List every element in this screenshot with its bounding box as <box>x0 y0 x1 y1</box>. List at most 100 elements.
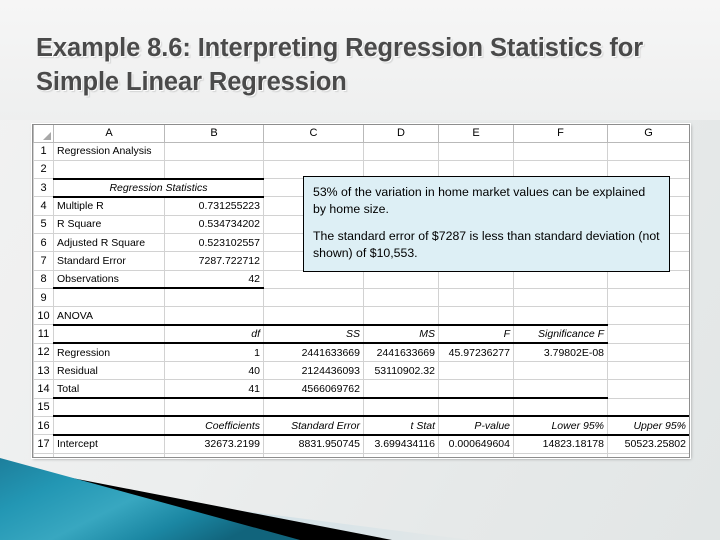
cell-a3-regression-statistics-header[interactable]: Regression Statistics <box>53 177 264 198</box>
cell-g14[interactable] <box>607 379 689 399</box>
row-header-12[interactable]: 12 <box>33 342 54 363</box>
row-header-9[interactable]: 9 <box>33 287 54 308</box>
cell-b1[interactable] <box>164 141 264 161</box>
column-header-b[interactable]: B <box>164 125 264 143</box>
cell-g13[interactable] <box>607 361 689 381</box>
cell-c12[interactable]: 2441633669 <box>263 342 364 363</box>
cell-d14[interactable] <box>363 379 439 400</box>
spreadsheet-canvas[interactable]: A B C D E F G 1 Regression Analysis 2 3 … <box>33 125 689 457</box>
column-header-d[interactable]: D <box>363 125 439 143</box>
cell-e14[interactable] <box>438 379 514 400</box>
cell-f11-significance-f-header[interactable]: Significance F <box>513 323 608 345</box>
cell-g16-upper-95-header[interactable]: Upper 95% <box>607 415 689 436</box>
row-header-10[interactable]: 10 <box>33 306 54 326</box>
cell-d11-ms-header[interactable]: MS <box>363 323 439 345</box>
row-header-5[interactable]: 5 <box>33 214 54 234</box>
cell-f8[interactable] <box>513 269 608 289</box>
cell-c14[interactable]: 4566069762 <box>263 379 364 400</box>
cell-d18[interactable]: 6.780292234 <box>363 452 439 457</box>
cell-e1[interactable] <box>438 141 514 161</box>
row-header-16[interactable]: 16 <box>33 415 54 436</box>
cell-g8[interactable] <box>607 269 689 289</box>
cell-a1[interactable]: Regression Analysis <box>53 141 165 161</box>
column-header-e[interactable]: E <box>438 125 514 143</box>
cell-e11-f-header[interactable]: F <box>438 323 514 345</box>
cell-a5[interactable]: R Square <box>53 214 165 234</box>
cell-b7[interactable]: 7287.722712 <box>164 251 264 271</box>
cell-b4[interactable]: 0.731255223 <box>164 196 264 216</box>
cell-b17[interactable]: 32673.2199 <box>164 434 264 454</box>
row-header-1[interactable]: 1 <box>33 141 54 161</box>
row-header-13[interactable]: 13 <box>33 361 54 381</box>
cell-b9[interactable] <box>164 287 264 308</box>
cell-f13[interactable] <box>513 361 608 381</box>
cell-b6[interactable]: 0.523102557 <box>164 232 264 253</box>
cell-b18[interactable]: 35.03637258 <box>164 452 264 457</box>
spreadsheet-grid[interactable]: A B C D E F G 1 Regression Analysis 2 3 … <box>33 125 689 457</box>
row-header-17[interactable]: 17 <box>33 434 54 454</box>
cell-e10[interactable] <box>438 306 514 326</box>
cell-c18[interactable]: 5.16738385 <box>263 452 364 457</box>
cell-a6[interactable]: Adjusted R Square <box>53 232 165 253</box>
cell-f18[interactable]: 24.59270036 <box>513 452 608 457</box>
column-header-f[interactable]: F <box>513 125 608 143</box>
cell-g17[interactable]: 50523.25802 <box>607 434 689 454</box>
cell-a16[interactable] <box>53 415 165 436</box>
cell-b8[interactable]: 42 <box>164 269 264 290</box>
cell-b16-coefficients-header[interactable]: Coefficients <box>164 415 264 436</box>
cell-c16-standard-error-header[interactable]: Standard Error <box>263 415 364 436</box>
cell-c15[interactable] <box>263 397 364 417</box>
cell-g10[interactable] <box>607 306 689 326</box>
row-header-7[interactable]: 7 <box>33 251 54 271</box>
cell-a12[interactable]: Regression <box>53 342 165 363</box>
cell-b12[interactable]: 1 <box>164 342 264 363</box>
cell-g15[interactable] <box>607 397 689 417</box>
cell-f17[interactable]: 14823.18178 <box>513 434 608 454</box>
cell-a2[interactable] <box>53 159 165 180</box>
cell-a9[interactable] <box>53 287 165 308</box>
cell-d15[interactable] <box>363 397 439 417</box>
row-header-3[interactable]: 3 <box>33 178 54 198</box>
cell-c9[interactable] <box>263 287 364 308</box>
cell-b10[interactable] <box>164 306 264 326</box>
cell-g18[interactable]: 45.48004481 <box>607 452 689 457</box>
cell-d13[interactable]: 53110902.32 <box>363 361 439 381</box>
cell-e8[interactable] <box>438 269 514 289</box>
cell-d9[interactable] <box>363 287 439 308</box>
cell-d16-t-stat-header[interactable]: t Stat <box>363 415 439 436</box>
cell-b2[interactable] <box>164 159 264 180</box>
row-header-2[interactable]: 2 <box>33 159 54 180</box>
row-header-18[interactable]: 18 <box>33 452 54 457</box>
cell-g9[interactable] <box>607 287 689 308</box>
cell-g11[interactable] <box>607 324 689 344</box>
column-header-c[interactable]: C <box>263 125 364 143</box>
cell-a11[interactable] <box>53 323 165 345</box>
cell-e17[interactable]: 0.000649604 <box>438 434 514 454</box>
cell-a17[interactable]: Intercept <box>53 434 165 454</box>
column-header-a[interactable]: A <box>53 125 165 143</box>
cell-f15[interactable] <box>513 397 608 417</box>
cell-a15[interactable] <box>53 397 165 417</box>
cell-e16-p-value-header[interactable]: P-value <box>438 415 514 436</box>
cell-a8[interactable]: Observations <box>53 269 165 290</box>
cell-e18[interactable]: 3.79802E-08 <box>438 452 514 457</box>
cell-d1[interactable] <box>363 141 439 161</box>
cell-b11-df-header[interactable]: df <box>164 323 264 345</box>
cell-e9[interactable] <box>438 287 514 308</box>
cell-e12[interactable]: 45.97236277 <box>438 342 514 363</box>
cell-a14[interactable]: Total <box>53 379 165 400</box>
cell-c17[interactable]: 8831.950745 <box>263 434 364 454</box>
column-header-g[interactable]: G <box>607 125 689 143</box>
select-all-corner[interactable] <box>33 125 54 143</box>
row-header-15[interactable]: 15 <box>33 397 54 417</box>
row-header-6[interactable]: 6 <box>33 232 54 253</box>
cell-a18[interactable]: Square Feet <box>53 452 165 457</box>
row-header-11[interactable]: 11 <box>33 324 54 344</box>
cell-b5[interactable]: 0.534734202 <box>164 214 264 234</box>
cell-a10-anova-label[interactable]: ANOVA <box>53 306 165 326</box>
cell-d10[interactable] <box>363 306 439 326</box>
cell-c8[interactable] <box>263 269 364 289</box>
cell-f1[interactable] <box>513 141 608 161</box>
cell-d12[interactable]: 2441633669 <box>363 342 439 363</box>
cell-a4[interactable]: Multiple R <box>53 196 165 216</box>
